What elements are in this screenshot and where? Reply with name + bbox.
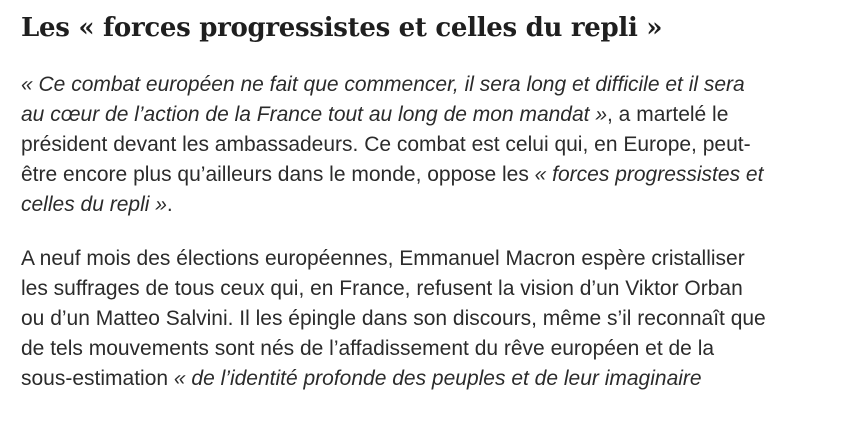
- body-text: , a martelé le: [607, 103, 729, 126]
- paragraph-2: A neuf mois des élections européennes, E…: [21, 244, 826, 394]
- paragraph-2-line-3: ou d’un Matteo Salvini. Il les épingle d…: [21, 307, 766, 330]
- quote-text: « forces progressistes et: [534, 163, 764, 186]
- paragraph-1-line-2: au cœur de l’action de la France tout au…: [21, 100, 826, 130]
- body-text: .: [166, 193, 173, 216]
- paragraph-2-line-4: de tels mouvements sont nés de l’affadis…: [21, 337, 715, 360]
- paragraph-1-line-5: celles du repli ».: [21, 190, 826, 220]
- section-heading: Les « forces progressistes et celles du …: [21, 13, 663, 43]
- body-text: sous-estimation: [21, 367, 174, 390]
- quote-text: celles du repli »: [21, 193, 167, 216]
- paragraph-1-line-1: « Ce combat européen ne fait que commenc…: [21, 70, 826, 100]
- quote-text: « Ce combat européen ne fait que commenc…: [21, 73, 745, 96]
- paragraph-2-line-2: les suffrages de tous ceux qui, en Franc…: [21, 277, 743, 300]
- body-text: être encore plus qu’ailleurs dans le mon…: [21, 163, 535, 186]
- paragraph-2-line-5: sous-estimation « de l’identité profonde…: [21, 364, 826, 394]
- article: Les « forces progressistes et celles du …: [21, 0, 826, 394]
- paragraph-1: « Ce combat européen ne fait que commenc…: [21, 70, 826, 220]
- quote-text: au cœur de l’action de la France tout au…: [21, 103, 608, 126]
- body-text: président devant les ambassadeurs. Ce co…: [21, 133, 751, 156]
- paragraph-2-line-1: A neuf mois des élections européennes, E…: [21, 247, 745, 270]
- paragraph-1-line-4: être encore plus qu’ailleurs dans le mon…: [21, 160, 826, 190]
- quote-text: « de l’identité profonde des peuples et …: [173, 367, 702, 390]
- paragraph-1-line-3: président devant les ambassadeurs. Ce co…: [21, 130, 826, 160]
